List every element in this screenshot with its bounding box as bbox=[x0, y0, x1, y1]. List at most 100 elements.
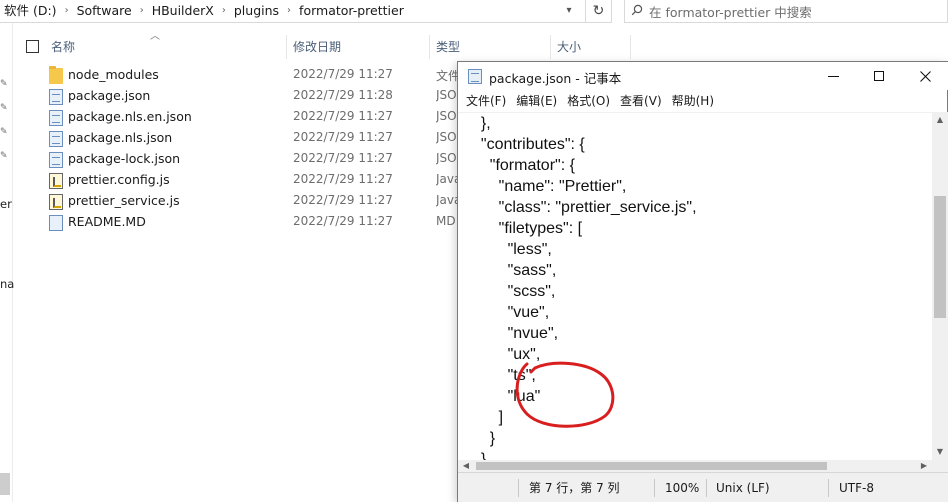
pin-icon: ✎ bbox=[0, 127, 8, 137]
breadcrumb-formator-prettier[interactable]: formator-prettier bbox=[293, 0, 410, 23]
code-line: "formator": { bbox=[472, 157, 575, 174]
file-row[interactable]: prettier_service.js 2022/7/29 11:27 Java… bbox=[44, 191, 464, 212]
status-bar: 第 7 行，第 7 列 100% Unix (LF) UTF-8 bbox=[458, 472, 948, 502]
breadcrumb-chevron-icon: › bbox=[64, 5, 69, 16]
file-row[interactable]: package.nls.json 2022/7/29 11:27 JSON bbox=[44, 128, 464, 149]
code-line: "filetypes": [ bbox=[472, 220, 583, 237]
search-input[interactable]: 在 formator-prettier 中搜索 bbox=[624, 0, 948, 23]
code-line: } bbox=[472, 430, 496, 447]
refresh-icon[interactable]: ↻ bbox=[585, 0, 611, 23]
menu-file[interactable]: 文件(F) bbox=[461, 90, 511, 112]
file-row[interactable]: README.MD 2022/7/29 11:27 MD bbox=[44, 212, 464, 233]
code-line: "contributes": { bbox=[472, 136, 585, 153]
horizontal-scroll-thumb[interactable] bbox=[476, 462, 827, 470]
scrollbar-corner bbox=[932, 460, 948, 472]
scroll-right-icon[interactable]: ▶ bbox=[916, 460, 932, 472]
horizontal-scrollbar[interactable]: ◀ ▶ bbox=[458, 460, 932, 472]
json-file-icon bbox=[49, 131, 63, 147]
vertical-scroll-thumb[interactable] bbox=[934, 196, 946, 318]
scroll-up-icon[interactable]: ▲ bbox=[932, 112, 948, 128]
file-name: package.json bbox=[68, 88, 151, 103]
file-name: README.MD bbox=[68, 214, 146, 229]
close-icon bbox=[919, 70, 931, 82]
sort-ascending-icon: ︿ bbox=[150, 31, 160, 42]
maximize-button[interactable] bbox=[856, 62, 902, 90]
nav-pane-text: na bbox=[0, 277, 15, 291]
file-date: 2022/7/29 11:27 bbox=[293, 151, 393, 165]
code-line: }, bbox=[472, 115, 491, 132]
json-file-icon bbox=[49, 89, 63, 105]
file-row[interactable]: node_modules 2022/7/29 11:27 文件夹 bbox=[44, 65, 464, 86]
minimize-icon bbox=[827, 75, 839, 77]
window-title: package.json - 记事本 bbox=[489, 71, 622, 86]
md-file-icon bbox=[49, 215, 63, 231]
folder-icon bbox=[49, 66, 63, 84]
js-file-icon bbox=[49, 173, 63, 189]
close-button[interactable] bbox=[902, 62, 948, 90]
breadcrumb-chevron-icon: › bbox=[139, 5, 144, 16]
menu-help[interactable]: 帮助(H) bbox=[667, 90, 719, 112]
minimize-button[interactable] bbox=[810, 62, 856, 90]
breadcrumb-software[interactable]: Software bbox=[71, 0, 138, 23]
pin-icon: ✎ bbox=[0, 79, 8, 89]
breadcrumb-chevron-icon: › bbox=[287, 5, 292, 16]
file-date: 2022/7/29 11:27 bbox=[293, 67, 393, 81]
nav-pane-scrollbar[interactable] bbox=[0, 473, 10, 495]
code-line: } bbox=[472, 451, 487, 460]
scroll-left-icon[interactable]: ◀ bbox=[458, 460, 474, 472]
column-header-size[interactable]: 大小 bbox=[557, 33, 581, 59]
address-bar[interactable]: 软件 (D:) › Software › HBuilderX › plugins… bbox=[0, 0, 612, 23]
notepad-app-icon bbox=[468, 69, 482, 84]
text-editor[interactable]: }, "contributes": { "formator": { "name"… bbox=[458, 112, 932, 460]
file-row[interactable]: package-lock.json 2022/7/29 11:27 JSON bbox=[44, 149, 464, 170]
file-name: node_modules bbox=[68, 67, 159, 82]
code-line: "ts", bbox=[472, 367, 536, 384]
breadcrumb-plugins[interactable]: plugins bbox=[228, 0, 285, 23]
nav-pane-text: er bbox=[0, 197, 12, 211]
file-row[interactable]: prettier.config.js 2022/7/29 11:27 JavaS… bbox=[44, 170, 464, 191]
file-row[interactable]: package.json 2022/7/29 11:28 JSON bbox=[44, 86, 464, 107]
menu-format[interactable]: 格式(O) bbox=[562, 90, 615, 112]
notepad-titlebar[interactable]: package.json - 记事本 bbox=[458, 62, 948, 90]
file-row[interactable]: package.nls.en.json 2022/7/29 11:27 JSON bbox=[44, 107, 464, 128]
vertical-scrollbar[interactable]: ▲ ▼ bbox=[932, 112, 948, 460]
file-name: package.nls.en.json bbox=[68, 109, 192, 124]
file-date: 2022/7/29 11:28 bbox=[293, 88, 393, 102]
status-divider bbox=[706, 479, 707, 497]
file-date: 2022/7/29 11:27 bbox=[293, 130, 393, 144]
pin-icon: ✎ bbox=[0, 151, 8, 161]
breadcrumb-drive[interactable]: 软件 (D:) bbox=[0, 0, 63, 23]
code-line: "vue", bbox=[472, 304, 550, 321]
column-divider[interactable] bbox=[286, 35, 287, 59]
code-line: ] bbox=[472, 409, 504, 426]
status-divider bbox=[654, 479, 655, 497]
file-name: package.nls.json bbox=[68, 130, 173, 145]
address-history-dropdown-icon[interactable]: ▾ bbox=[558, 0, 580, 23]
file-name: prettier.config.js bbox=[68, 172, 170, 187]
column-header-modified[interactable]: 修改日期 bbox=[293, 33, 341, 59]
menu-view[interactable]: 查看(V) bbox=[615, 90, 667, 112]
notepad-window[interactable]: package.json - 记事本 文件(F) 编辑(E) 格式(O) 查看(… bbox=[457, 61, 948, 502]
status-line-ending: Unix (LF) bbox=[716, 481, 770, 495]
code-line: "lua" bbox=[472, 388, 541, 405]
file-name: package-lock.json bbox=[68, 151, 181, 166]
column-header-type[interactable]: 类型 bbox=[436, 33, 460, 59]
select-all-checkbox[interactable] bbox=[26, 40, 39, 53]
json-file-icon bbox=[49, 110, 63, 126]
menu-bar: 文件(F) 编辑(E) 格式(O) 查看(V) 帮助(H) bbox=[458, 90, 948, 112]
file-date: 2022/7/29 11:27 bbox=[293, 172, 393, 186]
navigation-pane-edge: ✎ ✎ ✎ ✎ er na bbox=[0, 23, 15, 502]
maximize-icon bbox=[874, 71, 884, 81]
breadcrumb-hbuilderx[interactable]: HBuilderX bbox=[146, 0, 220, 23]
column-divider[interactable] bbox=[429, 35, 430, 59]
scroll-down-icon[interactable]: ▼ bbox=[932, 444, 948, 460]
column-header-name[interactable]: 名称 bbox=[51, 33, 75, 59]
file-date: 2022/7/29 11:27 bbox=[293, 109, 393, 123]
column-divider[interactable] bbox=[630, 35, 631, 59]
code-line: "scss", bbox=[472, 283, 556, 300]
file-name: prettier_service.js bbox=[68, 193, 180, 208]
menu-edit[interactable]: 编辑(E) bbox=[511, 90, 562, 112]
column-divider[interactable] bbox=[550, 35, 551, 59]
status-encoding: UTF-8 bbox=[839, 481, 874, 495]
search-placeholder: 在 formator-prettier 中搜索 bbox=[649, 4, 812, 20]
